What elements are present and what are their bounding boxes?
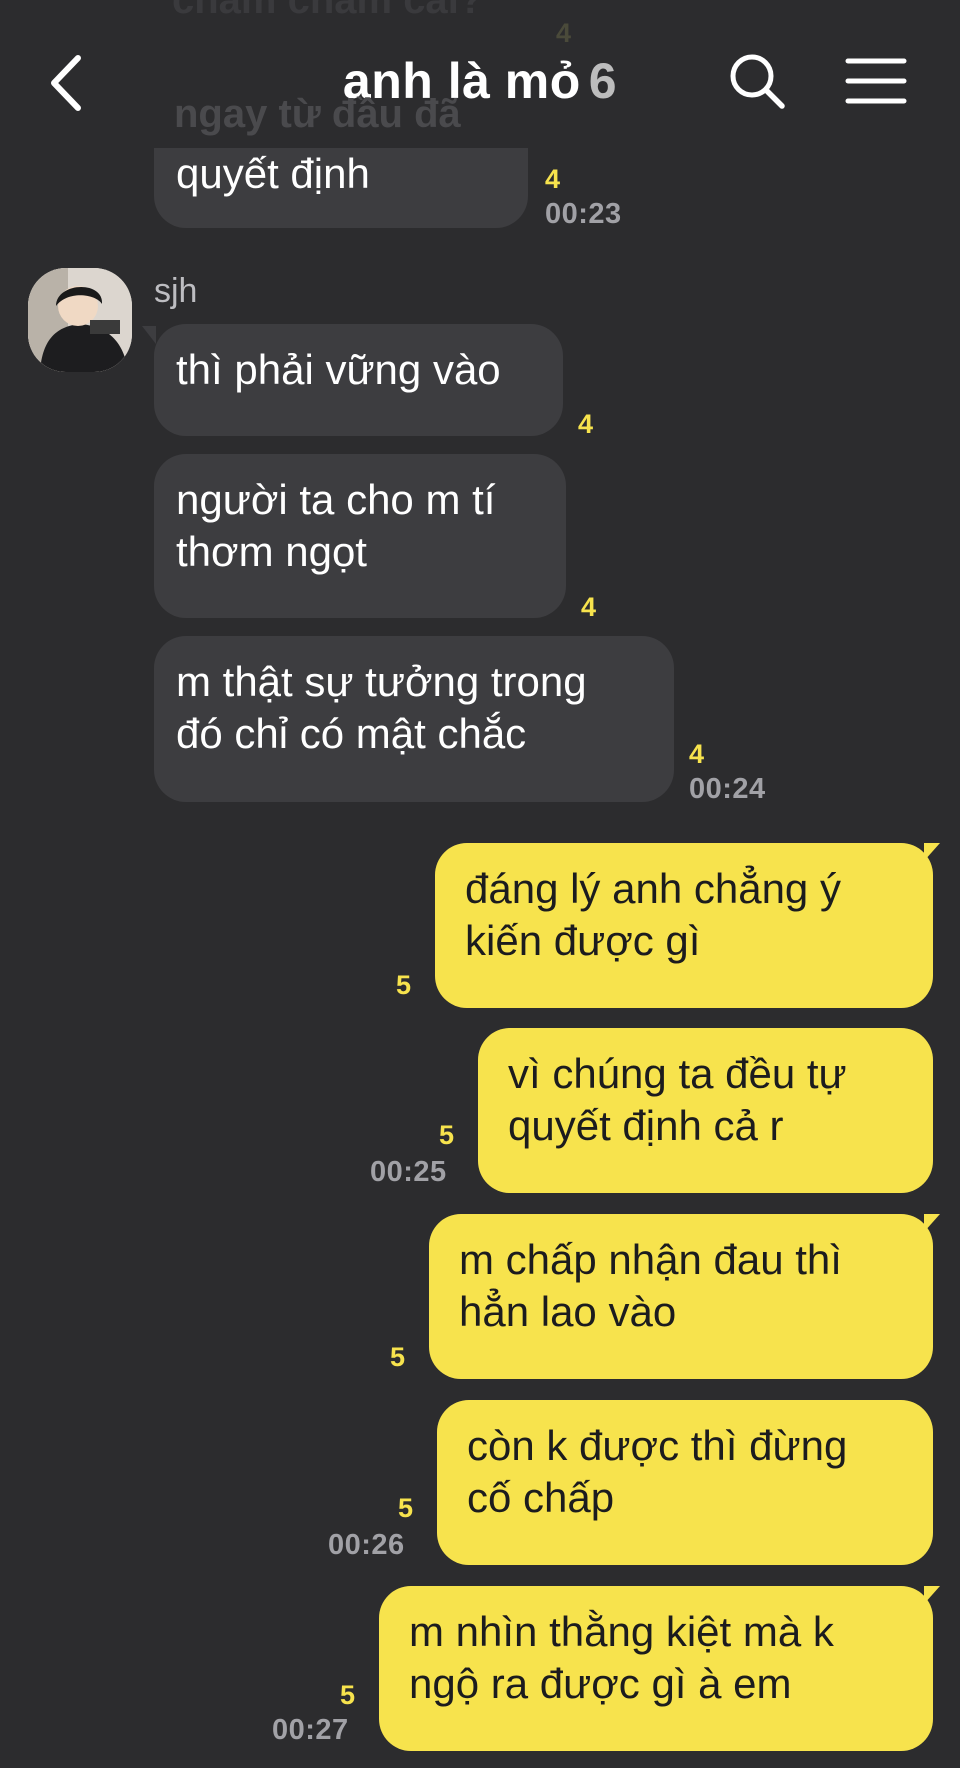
message-text: m nhìn thằng kiệt mà k ngộ ra được gì à … — [409, 1608, 834, 1707]
profile-photo — [28, 268, 132, 372]
message-bubble-outgoing[interactable]: m chấp nhận đau thì hẳn lao vào — [429, 1214, 933, 1379]
message-text: vì chúng ta đều tự quyết định cả r — [508, 1050, 847, 1149]
avatar[interactable] — [28, 268, 132, 372]
chevron-left-icon — [51, 55, 81, 111]
message-time: 00:23 — [545, 198, 622, 230]
unread-count: 4 — [581, 592, 597, 622]
search-button[interactable] — [728, 52, 786, 110]
chat-screen: chăm chăm cái? 4 anh là mỏ6 ngay từ đầu — [0, 0, 960, 1768]
unread-count: 4 — [689, 739, 705, 769]
scrolled-message-text-2: ngay từ đầu đã — [174, 92, 461, 136]
unread-count: 5 — [439, 1120, 455, 1150]
message-bubble-outgoing[interactable]: vì chúng ta đều tự quyết định cả r — [478, 1028, 933, 1193]
message-time: 00:27 — [272, 1714, 349, 1746]
message-time: 00:24 — [689, 773, 766, 805]
message-time: 00:26 — [328, 1529, 405, 1561]
unread-count: 4 — [578, 409, 594, 439]
search-icon — [730, 54, 785, 109]
message-bubble-incoming[interactable]: người ta cho m tí thơm ngọt — [154, 454, 566, 618]
chat-header: anh là mỏ 6 — [0, 0, 960, 165]
bubble-tail — [142, 326, 156, 344]
unread-count: 4 — [545, 164, 561, 194]
message-text: m chấp nhận đau thì hẳn lao vào — [459, 1236, 842, 1335]
message-text: m thật sự tưởng trong đó chỉ có mật chắc — [176, 658, 587, 757]
message-bubble-outgoing[interactable]: m nhìn thằng kiệt mà k ngộ ra được gì à … — [379, 1586, 933, 1751]
message-bubble-outgoing[interactable]: còn k được thì đừng cố chấp — [437, 1400, 933, 1565]
unread-count: 5 — [396, 970, 412, 1000]
message-bubble-incoming[interactable]: m thật sự tưởng trong đó chỉ có mật chắc — [154, 636, 674, 802]
member-count: 6 — [588, 53, 618, 109]
sender-name: sjh — [154, 272, 198, 310]
chat-title: anh là mỏ 6 — [0, 52, 960, 110]
message-text: đáng lý anh chẳng ý kiến được gì — [465, 865, 841, 964]
message-text: người ta cho m tí thơm ngọt — [176, 476, 496, 575]
message-text: thì phải vững vào — [176, 346, 501, 393]
message-bubble-incoming[interactable]: thì phải vững vào — [154, 324, 563, 436]
back-button[interactable] — [44, 50, 94, 116]
message-text: còn k được thì đừng cố chấp — [467, 1422, 848, 1521]
unread-count: 5 — [340, 1680, 356, 1710]
unread-count: 5 — [390, 1342, 406, 1372]
unread-count: 5 — [398, 1493, 414, 1523]
message-time: 00:25 — [370, 1156, 447, 1188]
hamburger-menu-icon — [845, 58, 907, 104]
menu-button[interactable] — [845, 56, 907, 106]
message-bubble-outgoing[interactable]: đáng lý anh chẳng ý kiến được gì — [435, 843, 933, 1008]
